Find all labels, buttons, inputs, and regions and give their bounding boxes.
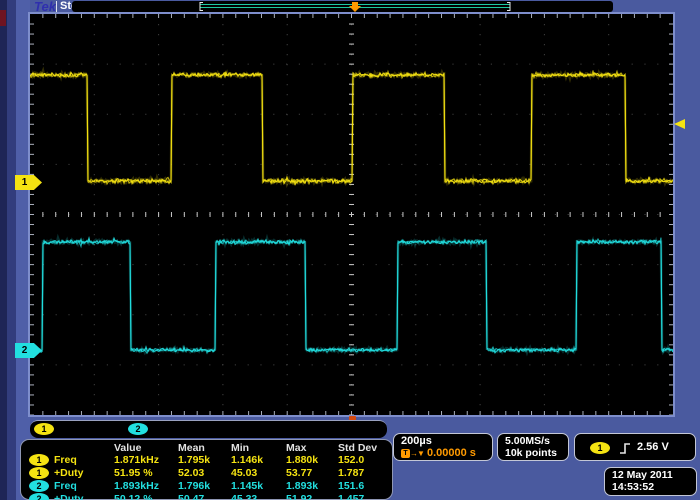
measurement-name: +Duty [54,493,83,500]
measurement-value: 1.146k [231,454,263,466]
vertical-scale-bar: 1 2.00 V 2 2.00 V [30,420,387,438]
measurement-value: 51.95 % [114,467,153,479]
measurement-row: 1 Freq 1.871kHz 1.795k 1.146k 1.880k 152.0 [21,454,392,466]
measurement-row: 1 +Duty 51.95 % 52.03 45.03 53.77 1.787 [21,467,392,479]
date-label: 12 May 2011 [612,469,673,481]
measurement-value: 1.145k [231,480,263,492]
measurement-value: 45.33 [231,493,257,500]
measurement-value: 1.893kHz [114,480,159,492]
measurement-value: 51.92 [286,493,312,500]
record-view-bar [72,1,613,12]
oscilloscope-screen: Tek Stop T 1 2 1 2.00 V 2 2.00 V Value M… [0,0,700,500]
col-min: Min [231,442,249,454]
time-label: 14:53:52 [612,481,654,493]
col-stddev: Std Dev [338,442,377,454]
col-mean: Mean [178,442,205,454]
measurement-value: 1.880k [286,454,318,466]
col-max: Max [286,442,306,454]
timebase-box: 200µs T→▼ 0.00000 s [393,433,493,461]
col-value: Value [114,442,141,454]
measurement-value: 152.0 [338,454,364,466]
measurement-channel-badge: 1 [29,454,49,466]
measurement-value: 1.871kHz [114,454,159,466]
waveform-display [30,14,673,415]
measurement-value: 1.796k [178,480,210,492]
trigger-level-value: 2.56 V [637,441,669,453]
measurement-name: Freq [54,480,77,492]
bezel-edge [0,0,7,500]
measurement-name: +Duty [54,467,83,479]
measurement-value: 151.6 [338,480,364,492]
trigger-delay-icon: T [401,449,410,458]
acquisition-box: 5.00MS/s 10k points [497,433,569,461]
measurement-value: 1.893k [286,480,318,492]
measurement-name: Freq [54,454,77,466]
ch2-scale: 2.00 V [154,422,186,434]
measurement-value: 50.12 % [114,493,153,500]
measurement-value: 1.457 [338,493,364,500]
delay-arrows-icon: →▼ [410,449,424,458]
measurement-row: 2 +Duty 50.12 % 50.47 45.33 51.92 1.457 [21,493,392,500]
measurement-value: 45.03 [231,467,257,479]
measurement-table: Value Mean Min Max Std Dev 1 Freq 1.871kHz… [20,439,393,500]
ch2-marker-label: 2 [15,343,34,358]
trigger-level-arrow-icon [674,119,685,129]
measurement-channel-badge: 2 [29,480,49,492]
graticule [28,12,675,417]
ch1-badge: 1 [34,423,54,435]
delay-readout: T→▼ 0.00000 s [401,447,476,459]
trigger-readout-box: 1 2.56 V [574,433,696,461]
datetime-box: 12 May 2011 14:53:52 [604,467,697,496]
measurement-value: 1.795k [178,454,210,466]
measurement-value: 52.03 [178,467,204,479]
bezel-strip [7,0,16,500]
trigger-source-badge: 1 [590,442,610,454]
measurement-value: 1.787 [338,467,364,479]
record-length: 10k points [505,447,557,459]
logo-separator [56,1,57,12]
ch2-badge: 2 [128,423,148,435]
delay-value: 0.00000 s [427,447,476,459]
measurement-value: 53.77 [286,467,312,479]
ch1-marker-label: 1 [15,175,34,190]
rising-edge-icon [619,442,631,455]
measurement-channel-badge: 1 [29,467,49,479]
sample-rate: 5.00MS/s [505,435,550,447]
measurement-value: 50.47 [178,493,204,500]
ch1-scale: 2.00 V [60,422,92,434]
timebase-value: 200µs [401,435,432,447]
measurement-row: 2 Freq 1.893kHz 1.796k 1.145k 1.893k 151.6 [21,480,392,492]
measurement-channel-badge: 2 [29,493,49,500]
